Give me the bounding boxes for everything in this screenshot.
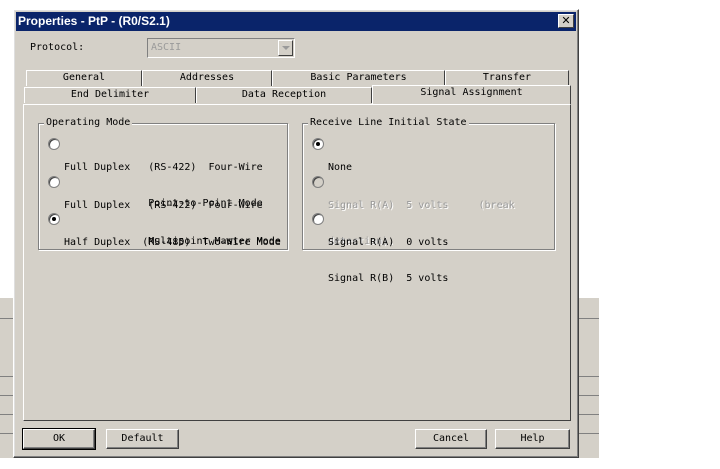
tab-signal-assignment[interactable]: Signal Assignment (372, 85, 571, 104)
radio-none[interactable]: None (312, 138, 542, 173)
cancel-button[interactable]: Cancel (415, 429, 487, 449)
help-button-label: Help (520, 433, 545, 444)
protocol-select[interactable]: ASCII (147, 38, 295, 58)
radio-button[interactable] (312, 138, 324, 150)
radio-button[interactable] (48, 213, 60, 225)
radio-button[interactable] (312, 213, 324, 225)
protocol-label: Protocol: (30, 42, 85, 53)
tab-label: Data Reception (241, 89, 327, 100)
radio-label-line: Signal R(A) 5 volts (break (328, 200, 515, 211)
background-panel-right (579, 298, 599, 458)
radio-label: Signal R(A) 0 volts Signal R(B) 5 volts (328, 213, 448, 309)
tab-general[interactable]: General (26, 70, 142, 86)
title-bar[interactable]: Properties - PtP - (R0/S2.1) ✕ (16, 12, 576, 31)
operating-mode-legend: Operating Mode (44, 117, 133, 128)
radio-label: Half Duplex (RS-485) Two-Wire Mode (64, 213, 281, 273)
radio-button[interactable] (312, 176, 324, 188)
radio-label-line: Full Duplex (RS-422) Four-Wire (64, 200, 263, 211)
default-button-label: Default (121, 433, 164, 444)
tab-addresses[interactable]: Addresses (142, 70, 272, 86)
dialog-title: Properties - PtP - (R0/S2.1) (18, 14, 170, 28)
help-button[interactable]: Help (495, 429, 570, 449)
ok-button[interactable]: OK (22, 428, 96, 450)
close-icon: ✕ (561, 14, 571, 27)
background-divider (0, 376, 13, 377)
close-button[interactable]: ✕ (558, 14, 574, 28)
tab-transfer[interactable]: Transfer (445, 70, 569, 86)
radio-signal-ra-5-volts[interactable]: Signal R(A) 5 volts (break detection). (312, 176, 548, 247)
signal-assignment-panel: Operating Mode Full Duplex (RS-422) Four… (23, 104, 571, 421)
background-divider (579, 433, 599, 434)
radio-button[interactable] (48, 176, 60, 188)
radio-half-duplex-two-wire[interactable]: Half Duplex (RS-485) Two-Wire Mode (48, 213, 284, 248)
radio-full-duplex-point-to-point[interactable]: Full Duplex (RS-422) Four-Wire Point-to-… (48, 138, 284, 209)
radio-button[interactable] (48, 138, 60, 150)
cancel-button-label: Cancel (432, 433, 470, 444)
background-divider (0, 414, 13, 415)
tab-data-reception[interactable]: Data Reception (196, 87, 372, 103)
radio-label-line: Signal R(A) 0 volts (328, 237, 449, 248)
radio-label-line: Half Duplex (RS-485) Two-Wire Mode (64, 237, 281, 248)
receive-line-group: Receive Line Initial State None Signal R… (302, 117, 555, 284)
default-button[interactable]: Default (106, 429, 179, 449)
background-divider (0, 433, 13, 434)
chevron-down-icon[interactable] (278, 40, 293, 56)
radio-signal-ra-0-volts[interactable]: Signal R(A) 0 volts Signal R(B) 5 volts (312, 213, 548, 284)
tab-label: End Delimiter (70, 89, 150, 100)
protocol-value: ASCII (151, 42, 182, 53)
radio-full-duplex-multipoint-master[interactable]: Full Duplex (RS-422) Four-Wire Multipoin… (48, 176, 284, 247)
tab-end-delimiter[interactable]: End Delimiter (24, 87, 196, 103)
tab-label: Transfer (482, 72, 532, 83)
operating-mode-group: Operating Mode Full Duplex (RS-422) Four… (38, 117, 288, 250)
tab-basic-parameters[interactable]: Basic Parameters (272, 70, 445, 86)
properties-dialog: Properties - PtP - (R0/S2.1) ✕ Protocol:… (13, 9, 579, 458)
background-divider (579, 376, 599, 377)
background-divider (579, 414, 599, 415)
radio-label-line: Signal R(B) 5 volts (328, 273, 449, 284)
receive-line-legend: Receive Line Initial State (308, 117, 469, 128)
tab-label: General (62, 72, 106, 83)
radio-label-line: Full Duplex (RS-422) Four-Wire (64, 162, 263, 173)
tab-label: Basic Parameters (310, 72, 407, 83)
background-divider (579, 395, 599, 396)
tab-label: Signal Assignment (420, 87, 523, 98)
tab-label: Addresses (179, 72, 235, 83)
background-panel (0, 298, 13, 458)
background-divider (0, 395, 13, 396)
background-divider (579, 318, 599, 319)
background-divider (0, 318, 13, 319)
radio-label-line: None (328, 162, 353, 173)
ok-button-label: OK (52, 433, 66, 444)
